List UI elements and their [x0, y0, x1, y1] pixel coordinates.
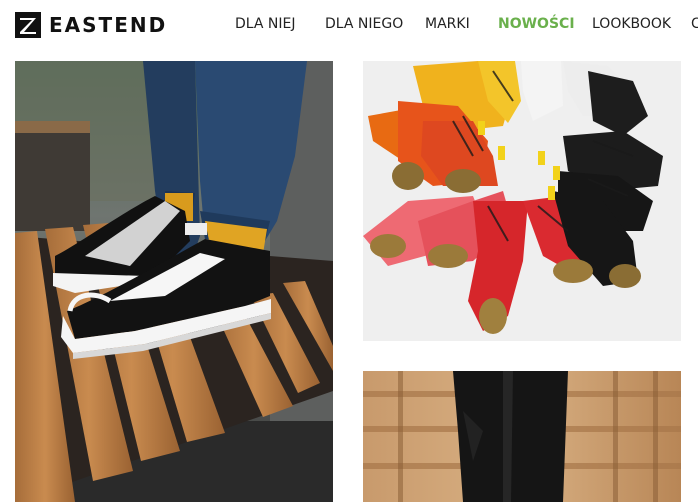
main-nav: DLA NIEJ DLA NIEGO MARKI NOWOŚCI LOOKBOO…: [0, 16, 698, 36]
nav-item-nowosci[interactable]: NOWOŚCI: [498, 16, 575, 32]
site-header: EASTEND DLA NIEJ DLA NIEGO MARKI NOWOŚCI…: [0, 0, 698, 56]
product-tile-boots[interactable]: [363, 61, 681, 341]
nav-item-dla-niej[interactable]: DLA NIEJ: [235, 16, 296, 32]
sneakers-on-bench-photo: [15, 61, 333, 502]
product-tile-jeans[interactable]: [363, 371, 681, 502]
nav-item-marki[interactable]: MARKI: [425, 16, 470, 32]
nav-item-more[interactable]: C: [691, 16, 698, 32]
nav-item-lookbook[interactable]: LOOKBOOK: [592, 16, 671, 32]
jeans-legs-photo: [363, 371, 681, 502]
product-tile-sneakers[interactable]: [15, 61, 333, 502]
boots-circle-photo: [363, 61, 681, 341]
nav-item-dla-niego[interactable]: DLA NIEGO: [325, 16, 403, 32]
